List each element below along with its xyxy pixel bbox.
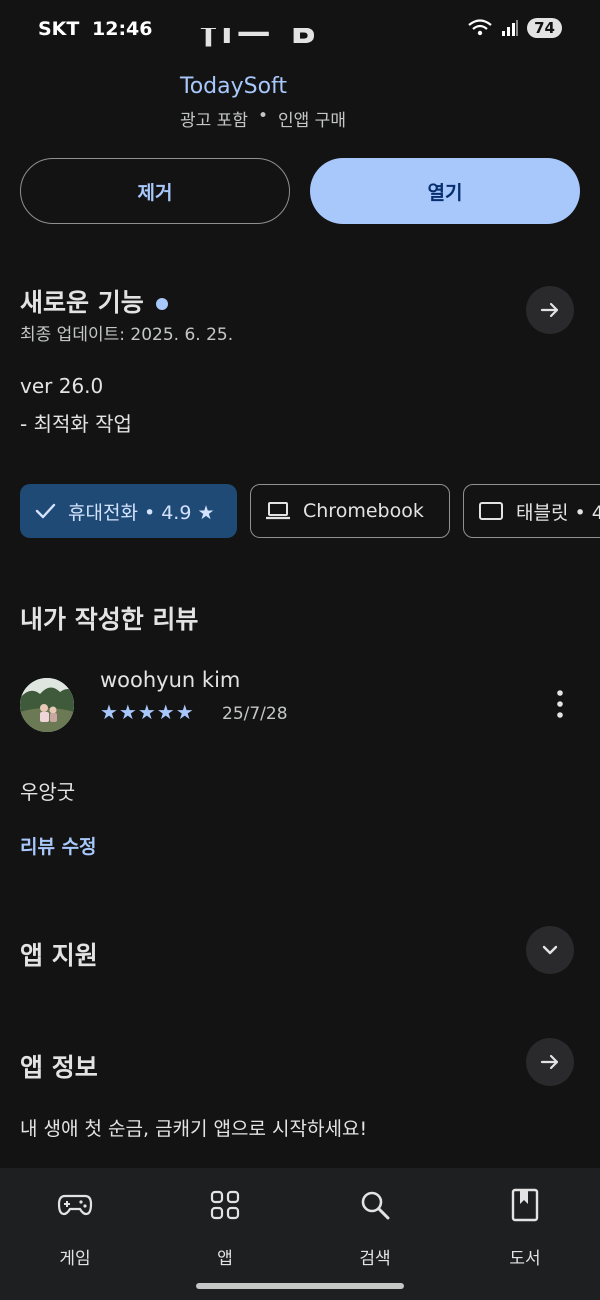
whats-new-header: 새로운 기능 bbox=[20, 283, 168, 319]
review-date: 25/7/28 bbox=[222, 704, 288, 724]
laptop-icon bbox=[266, 502, 290, 520]
signal-icon bbox=[502, 20, 519, 36]
nav-search-label: 검색 bbox=[359, 1249, 391, 1269]
home-indicator[interactable] bbox=[196, 1283, 404, 1289]
nav-apps[interactable]: 앱 bbox=[150, 1168, 300, 1278]
gamepad-icon bbox=[57, 1188, 93, 1222]
avatar bbox=[20, 678, 74, 732]
version-text: ver 26.0 bbox=[20, 374, 104, 398]
status-time: SKT 12:46 bbox=[38, 18, 152, 40]
app-meta: 광고 포함 • 인앱 구매 bbox=[180, 106, 346, 131]
whats-new-arrow-button[interactable] bbox=[526, 286, 574, 334]
app-info-title: 앱 정보 bbox=[20, 1053, 98, 1082]
chip-chromebook[interactable]: Chromebook bbox=[250, 484, 450, 538]
open-button[interactable]: 열기 bbox=[310, 158, 580, 224]
whats-new-title: 새로운 기능 bbox=[20, 288, 144, 317]
arrow-right-icon bbox=[540, 302, 559, 318]
carrier-label: SKT bbox=[38, 18, 80, 40]
chip-phone-label: 휴대전화 • 4.9 ★ bbox=[68, 501, 215, 524]
chevron-down-icon bbox=[542, 945, 558, 955]
chip-tablet-label: 태블릿 • 4 bbox=[516, 501, 600, 524]
nav-books-label: 도서 bbox=[509, 1249, 541, 1269]
apps-grid-icon bbox=[210, 1188, 240, 1222]
uninstall-button[interactable]: 제거 bbox=[20, 158, 290, 224]
chip-phone[interactable]: 휴대전화 • 4.9 ★ bbox=[20, 484, 237, 538]
developer-link[interactable]: TodaySoft bbox=[180, 74, 287, 99]
app-description: 내 생애 첫 순금, 금캐기 앱으로 시작하세요! bbox=[20, 1118, 368, 1140]
check-icon bbox=[35, 503, 56, 519]
nav-games[interactable]: 게임 bbox=[0, 1168, 150, 1278]
reviewer-name: woohyun kim bbox=[100, 668, 241, 692]
app-info-arrow-button[interactable] bbox=[526, 1038, 574, 1086]
more-options-icon[interactable] bbox=[548, 688, 572, 720]
tablet-icon bbox=[479, 502, 503, 520]
last-updated: 최종 업데이트: 2025. 6. 25. bbox=[20, 325, 234, 345]
edit-review-link[interactable]: 리뷰 수정 bbox=[20, 832, 97, 859]
wifi-icon bbox=[468, 19, 492, 36]
status-icons: 74 bbox=[467, 18, 562, 38]
review-text: 우앙굿 bbox=[20, 780, 76, 804]
app-support-title: 앱 지원 bbox=[20, 941, 98, 970]
my-review-title: 내가 작성한 리뷰 bbox=[20, 605, 199, 634]
app-support-expand-button[interactable] bbox=[526, 926, 574, 974]
nav-games-label: 게임 bbox=[59, 1249, 91, 1269]
nav-books[interactable]: 도서 bbox=[450, 1168, 600, 1278]
chip-chromebook-label: Chromebook bbox=[303, 500, 424, 522]
avatar-photo bbox=[20, 678, 74, 732]
review-stars: ★★★★★ bbox=[100, 700, 195, 724]
app-title: †ı— Б bbox=[200, 28, 321, 52]
iap-label: 인앱 구매 bbox=[278, 111, 346, 131]
search-icon bbox=[359, 1188, 391, 1222]
meta-separator: • bbox=[257, 106, 268, 126]
book-icon bbox=[511, 1188, 539, 1222]
clock: 12:46 bbox=[92, 18, 153, 40]
chip-tablet[interactable]: 태블릿 • 4 bbox=[463, 484, 600, 538]
bottom-navigation: 게임 앱 검색 도서 bbox=[0, 1168, 600, 1300]
new-dot-icon bbox=[155, 298, 168, 310]
nav-apps-label: 앱 bbox=[217, 1249, 233, 1269]
nav-search[interactable]: 검색 bbox=[300, 1168, 450, 1278]
battery-indicator: 74 bbox=[527, 18, 562, 38]
arrow-right-icon bbox=[540, 1054, 559, 1070]
ads-label: 광고 포함 bbox=[180, 111, 248, 131]
release-notes: - 최적화 작업 bbox=[20, 412, 132, 436]
